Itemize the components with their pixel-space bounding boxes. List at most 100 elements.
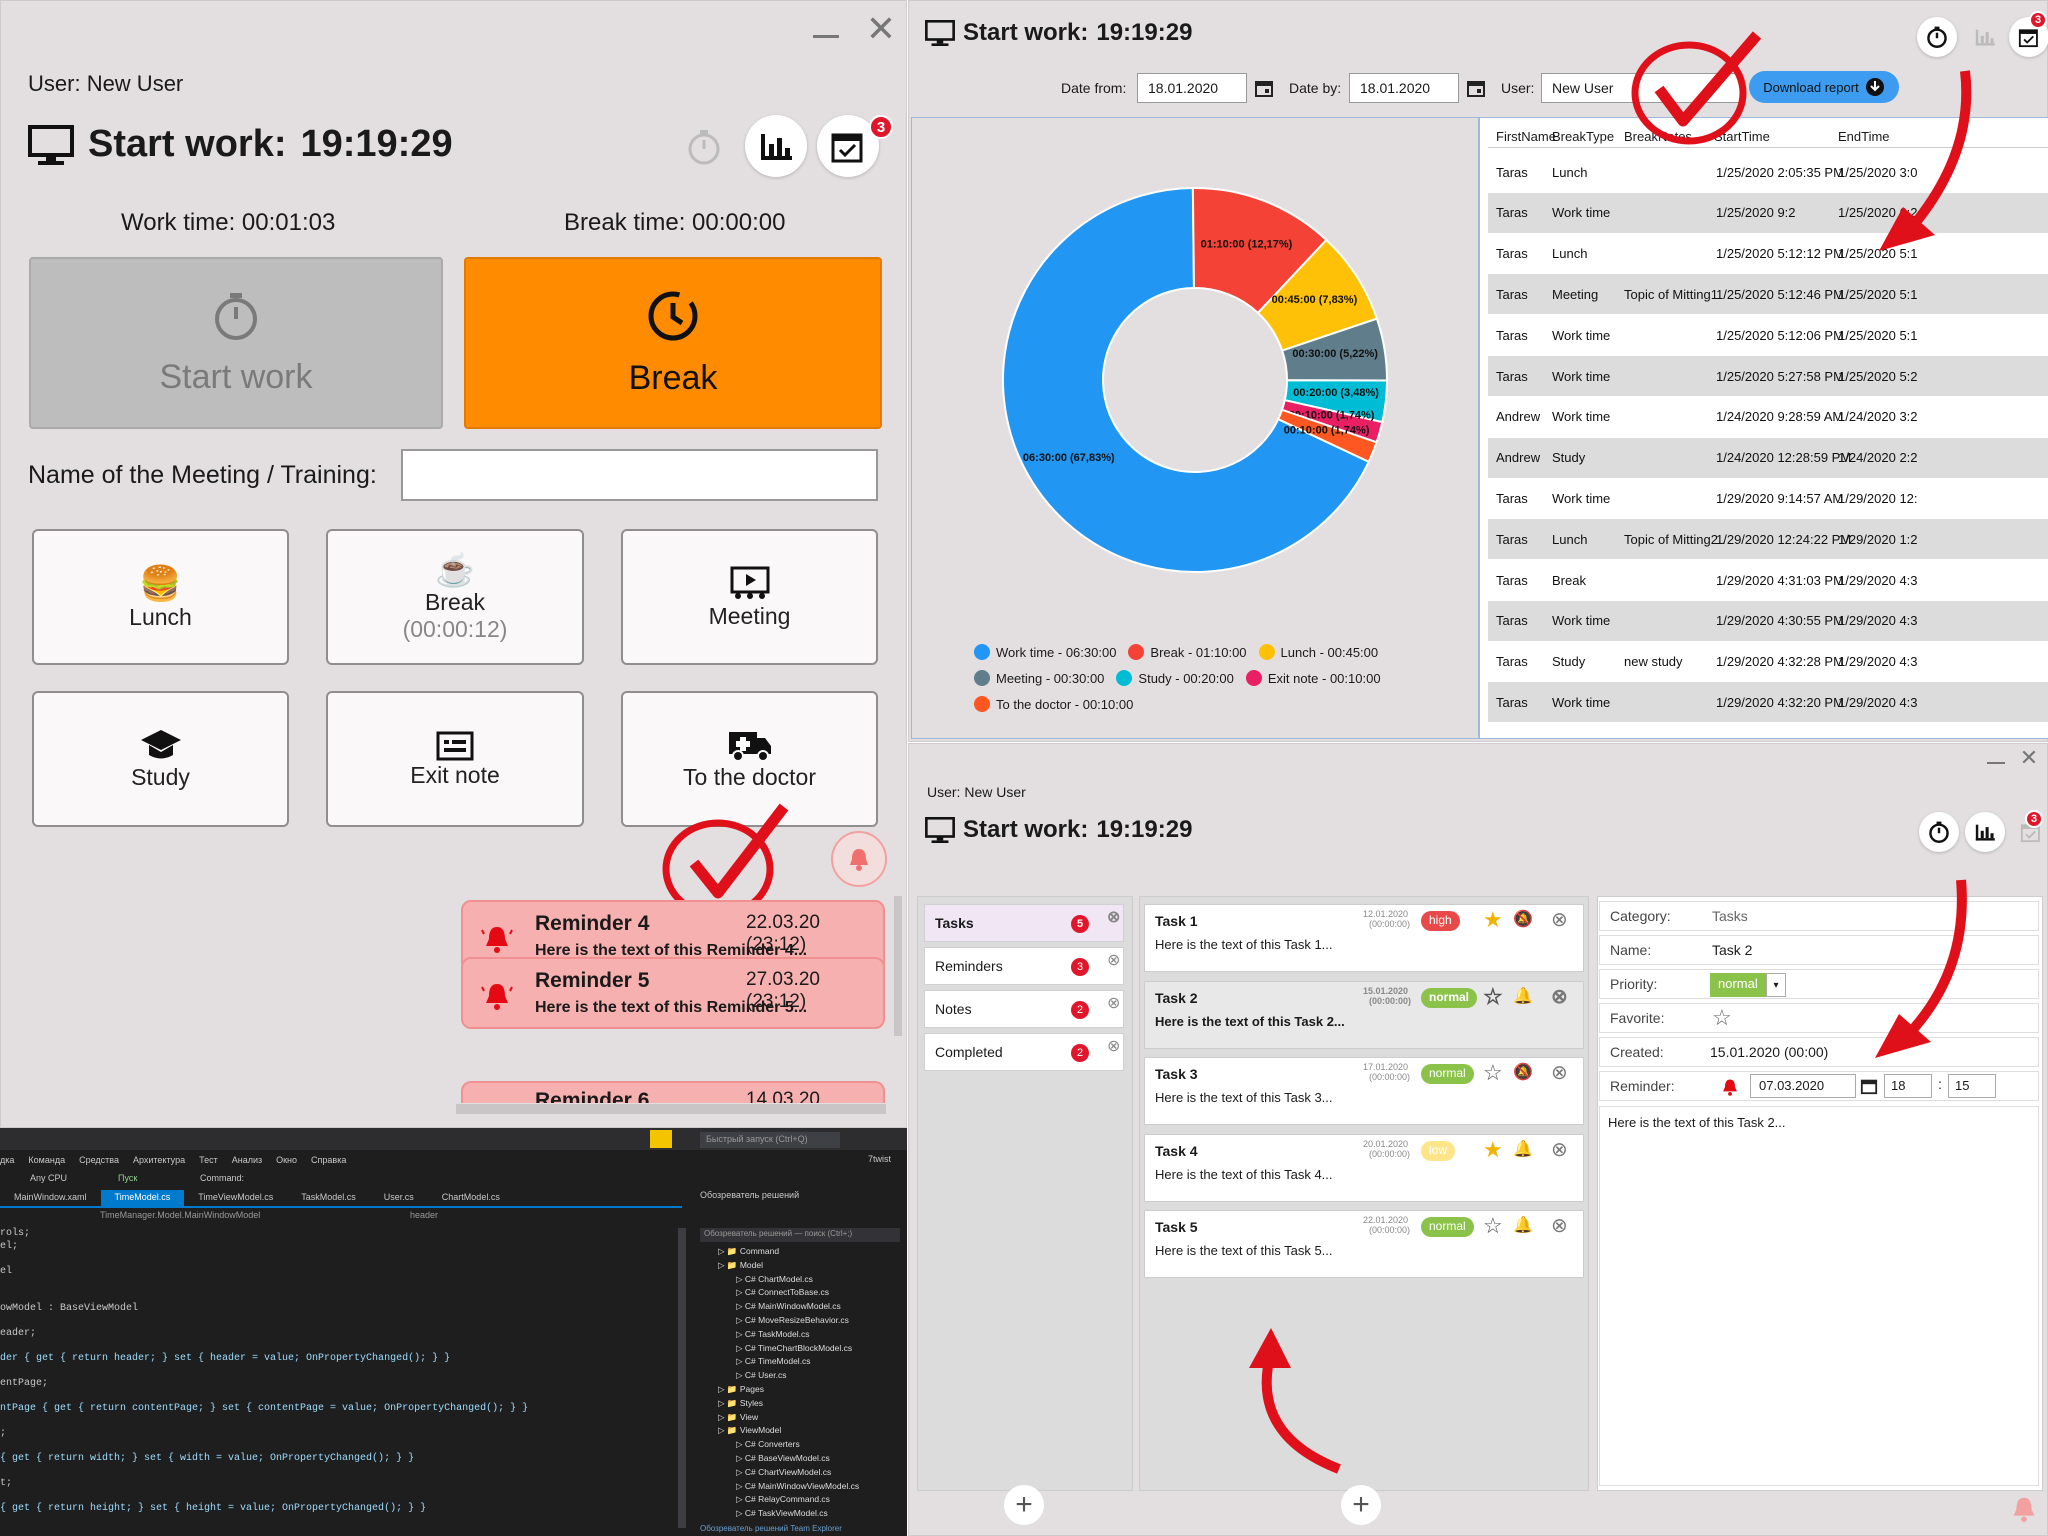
study-tile[interactable]: Study	[32, 691, 289, 827]
star-outline-icon[interactable]: ☆	[1712, 1005, 1732, 1031]
editor-tab[interactable]: MainWindow.xaml	[0, 1190, 101, 1206]
stopwatch-icon[interactable]	[1919, 812, 1959, 852]
alarm-bell-icon[interactable]	[831, 831, 887, 887]
editor-tab[interactable]: TimeViewModel.cs	[184, 1190, 287, 1206]
delete-task-icon[interactable]: ⊗	[1551, 1137, 1568, 1162]
member-breadcrumb[interactable]: header	[410, 1210, 438, 1220]
delete-category-icon[interactable]: ⊗	[1107, 993, 1120, 1013]
name-input[interactable]: Task 2	[1712, 942, 1752, 958]
statistics-icon[interactable]	[1965, 17, 2005, 57]
alarm-bell-icon[interactable]	[1720, 1077, 1740, 1097]
priority-badge[interactable]: high	[1421, 911, 1460, 931]
table-row[interactable]: Andrew Study 1/24/2020 12:28:59 PM 1/24/202…	[1488, 437, 2048, 478]
lunch-tile[interactable]: 🍔 Lunch	[32, 529, 289, 665]
menu-item[interactable]: Команда	[28, 1155, 65, 1171]
menu-item[interactable]: Средства	[79, 1155, 119, 1171]
priority-badge[interactable]: normal	[1421, 1217, 1474, 1237]
task-card[interactable]: Task 1 Here is the text of this Task 1...…	[1144, 904, 1584, 972]
editor-tab[interactable]: ChartModel.cs	[428, 1190, 514, 1206]
solution-tree-item[interactable]: ▷ 📁 Pages	[718, 1384, 764, 1395]
solution-tree-item[interactable]: ▷ 📁 View	[718, 1412, 758, 1423]
reminder-hour-select[interactable]: 18	[1884, 1074, 1932, 1098]
table-row[interactable]: Taras Work time 1/29/2020 4:30:55 PM 1/29/2…	[1488, 600, 2048, 641]
table-row[interactable]: Taras Lunch Topic of Mitting2.. 1/29/2020 1…	[1488, 519, 2048, 560]
editor-tab[interactable]: TaskModel.cs	[287, 1190, 370, 1206]
date-by-input[interactable]: 18.01.2020	[1349, 73, 1459, 103]
delete-task-icon[interactable]: ⊗	[1551, 1213, 1568, 1238]
table-row[interactable]: Taras Work time 1/29/2020 9:14:57 AM 1/29/2…	[1488, 478, 2048, 519]
priority-badge[interactable]: low	[1421, 1140, 1456, 1161]
category-item[interactable]: Completed 2 ⊗	[924, 1033, 1124, 1071]
code-editor[interactable]: rols; el; el owModel : BaseViewModel eader; d…	[0, 1228, 676, 1528]
bell-off-icon[interactable]: 🔕	[1513, 909, 1533, 929]
delete-category-icon[interactable]: ⊗	[1107, 1036, 1120, 1056]
menu-item[interactable]: Справка	[311, 1155, 346, 1171]
col-firstname[interactable]: FirstName	[1496, 129, 1556, 144]
solution-tree-item[interactable]: ▷ 📁 Command	[718, 1246, 779, 1257]
solution-tree-item[interactable]: ▷ C# TimeChartBlockModel.cs	[736, 1343, 852, 1354]
solution-tree-item[interactable]: ▷ C# ChartModel.cs	[736, 1274, 813, 1285]
calendar-icon[interactable]	[1461, 73, 1491, 103]
table-row[interactable]: Taras Work time 1/25/2020 5:27:58 PM 1/25/2…	[1488, 356, 2048, 396]
solution-tree-item[interactable]: ▷ C# TaskViewModel.cs	[736, 1508, 828, 1519]
table-row[interactable]: Andrew Work time 1/24/2020 9:28:59 AM 1/24/…	[1488, 396, 2048, 437]
solution-tree-item[interactable]: ▷ 📁 Model	[718, 1260, 763, 1271]
category-item[interactable]: Reminders 3 ⊗	[924, 947, 1124, 985]
break-tile[interactable]: ☕ Break (00:00:12)	[326, 529, 584, 665]
close-icon[interactable]: ✕	[863, 8, 899, 49]
task-card[interactable]: Task 2 Here is the text of this Task 2...…	[1144, 980, 1584, 1049]
task-card[interactable]: Task 5 Here is the text of this Task 5...…	[1144, 1210, 1584, 1278]
stopwatch-icon[interactable]	[673, 116, 735, 178]
star-filled-icon[interactable]: ★	[1483, 907, 1503, 933]
reminder-card[interactable]: Reminder 5 27.03.20 (23:12) Here is the …	[461, 957, 885, 1029]
alarm-bell-icon[interactable]	[2009, 1494, 2039, 1524]
delete-category-icon[interactable]: ⊗	[1107, 907, 1120, 927]
solution-tree-item[interactable]: ▷ C# BaseViewModel.cs	[736, 1453, 830, 1464]
solution-search-input[interactable]: Обозреватель решений — поиск (Ctrl+;)	[700, 1228, 900, 1242]
calendar-icon[interactable]	[1860, 1077, 1878, 1095]
solution-tree-item[interactable]: ▷ C# MoveResizeBehavior.cs	[736, 1315, 849, 1326]
table-row[interactable]: Taras Meeting Topic of Mitting1 1/25/2020 5…	[1488, 274, 2048, 315]
solution-tree-item[interactable]: ▷ C# MainWindowViewModel.cs	[736, 1481, 859, 1492]
start-work-button[interactable]: Start work	[29, 257, 443, 429]
type-breadcrumb[interactable]: TimeManager.Model.MainWindowModel	[100, 1210, 260, 1220]
calendar-icon[interactable]	[1249, 73, 1279, 103]
table-row[interactable]: Taras Work time 1/29/2020 4:32:20 PM 1/29/2…	[1488, 682, 2048, 723]
platform-select[interactable]: Any CPU	[30, 1173, 67, 1183]
close-icon[interactable]: ✕	[2017, 745, 2041, 770]
quick-launch-input[interactable]: Быстрый запуск (Ctrl+Q)	[700, 1132, 840, 1148]
solution-tree-item[interactable]: ▷ C# MainWindowModel.cs	[736, 1301, 841, 1312]
minimize-icon[interactable]	[813, 35, 839, 38]
alarm-bell-icon[interactable]: 🔔	[1513, 986, 1533, 1006]
menu-item[interactable]: Архитектура	[133, 1155, 185, 1171]
delete-task-icon[interactable]: ⊗	[1551, 907, 1568, 932]
vertical-scrollbar[interactable]	[894, 896, 902, 1036]
task-card[interactable]: Task 4 Here is the text of this Task 4...…	[1144, 1133, 1584, 1202]
meeting-tile[interactable]: Meeting	[621, 529, 878, 665]
explorer-footer-tabs[interactable]: Обозреватель решений Team Explorer	[700, 1524, 842, 1533]
table-row[interactable]: Taras Work time 1/25/2020 5:12:06 PM 1/25/2…	[1488, 315, 2048, 356]
task-card[interactable]: Task 3 Here is the text of this Task 3...…	[1144, 1057, 1584, 1125]
statistics-icon[interactable]	[745, 115, 807, 177]
minimize-icon[interactable]	[1987, 762, 2005, 764]
priority-select[interactable]: normal	[1710, 973, 1766, 997]
solution-tree-item[interactable]: ▷ C# RelayCommand.cs	[736, 1494, 830, 1505]
solution-tree-item[interactable]: ▷ C# TimeModel.cs	[736, 1356, 811, 1367]
add-task-button[interactable]: +	[1341, 1485, 1381, 1525]
solution-tree-item[interactable]: ▷ 📁 Styles	[718, 1398, 763, 1409]
reminder-minute-select[interactable]: 15	[1948, 1074, 1996, 1098]
date-from-input[interactable]: 18.01.2020	[1137, 73, 1247, 103]
menu-item[interactable]: Анализ	[232, 1155, 262, 1171]
exit-note-tile[interactable]: Exit note	[326, 691, 584, 827]
col-breaktype[interactable]: BreakType	[1552, 129, 1614, 144]
solution-tree-item[interactable]: ▷ 📁 ViewModel	[718, 1425, 781, 1436]
editor-tab[interactable]: TimeModel.cs	[100, 1190, 185, 1206]
delete-task-icon[interactable]: ⊗	[1551, 1060, 1568, 1085]
priority-badge[interactable]: normal	[1421, 987, 1478, 1008]
task-body-textarea[interactable]: Here is the text of this Task 2...	[1599, 1106, 2039, 1486]
horizontal-scrollbar[interactable]	[456, 1104, 886, 1114]
alarm-bell-icon[interactable]: 🔔	[1513, 1139, 1533, 1159]
stopwatch-icon[interactable]	[1917, 17, 1957, 57]
star-outline-icon[interactable]: ☆	[1483, 984, 1503, 1010]
chevron-down-icon[interactable]: ▾	[1766, 973, 1786, 997]
